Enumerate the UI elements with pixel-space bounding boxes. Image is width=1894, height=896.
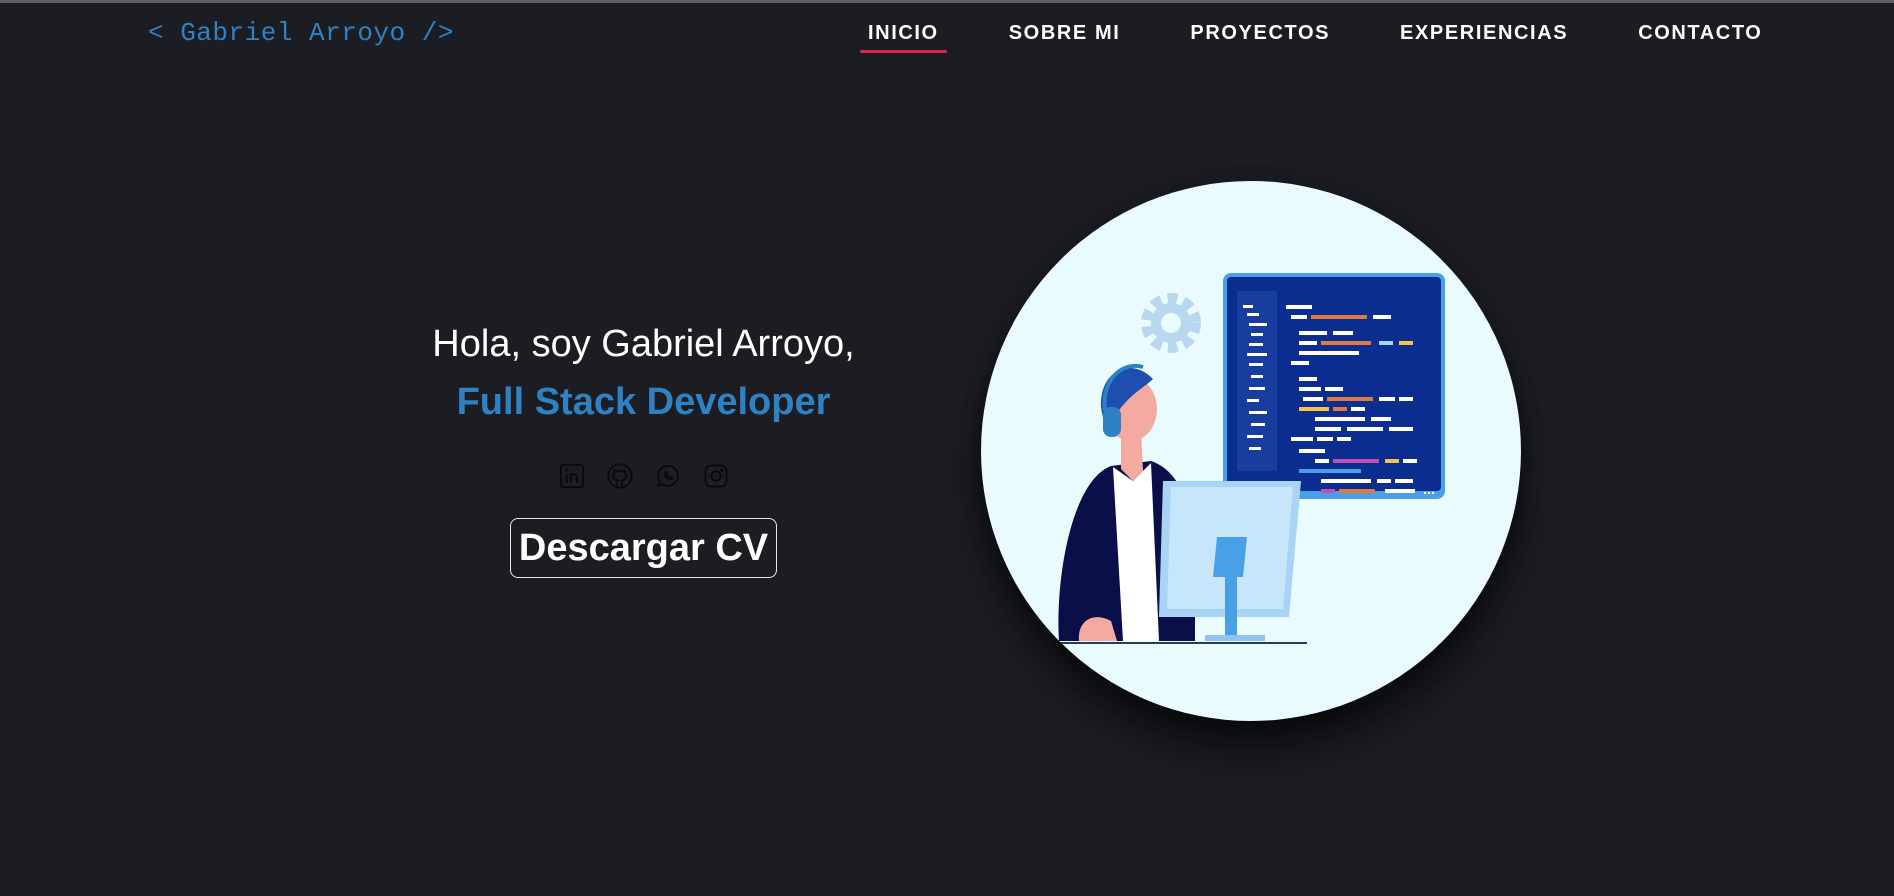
main-nav: INICIO SOBRE MI PROYECTOS EXPERIENCIAS C…	[860, 22, 1770, 53]
developer-illustration	[981, 181, 1521, 721]
nav-item-inicio[interactable]: INICIO	[860, 22, 947, 53]
hero-greeting: Hola, soy Gabriel Arroyo,	[432, 323, 855, 365]
download-cv-button[interactable]: Descargar CV	[509, 518, 778, 578]
gear-icon	[1141, 293, 1201, 353]
brand-logo[interactable]: < Gabriel Arroyo />	[148, 18, 454, 48]
github-icon[interactable]	[606, 462, 634, 490]
nav-item-experiencias[interactable]: EXPERIENCIAS	[1392, 22, 1576, 53]
instagram-icon[interactable]	[702, 462, 730, 490]
nav-item-proyectos[interactable]: PROYECTOS	[1182, 22, 1338, 53]
nav-item-contacto[interactable]: CONTACTO	[1630, 22, 1770, 53]
hero-intro: Hola, soy Gabriel Arroyo, Full Stack Dev…	[400, 320, 887, 578]
code-screen	[1223, 273, 1445, 499]
linkedin-icon[interactable]	[558, 462, 586, 490]
hero-role: Full Stack Developer	[456, 381, 831, 423]
nav-item-sobre-mi[interactable]: SOBRE MI	[1001, 22, 1129, 53]
social-links	[400, 462, 887, 490]
whatsapp-icon[interactable]	[654, 462, 682, 490]
window-top-border	[0, 0, 1894, 3]
